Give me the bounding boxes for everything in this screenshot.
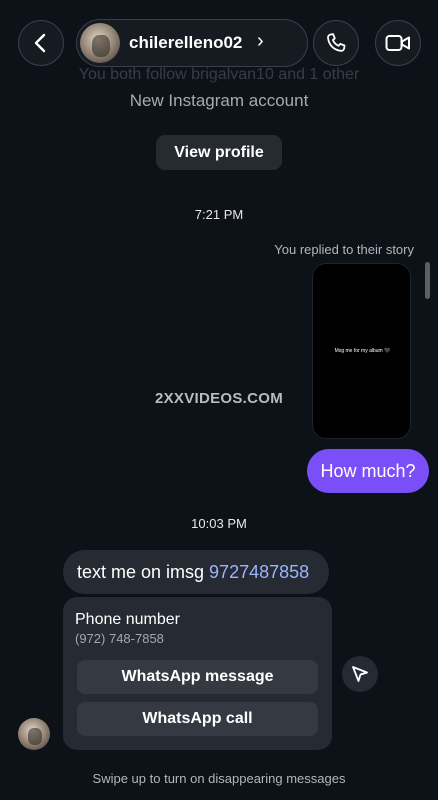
send-icon <box>352 666 368 682</box>
story-reply-label: You replied to their story <box>274 242 414 257</box>
header-username: chilerelleno02 <box>129 33 243 52</box>
audio-call-button[interactable] <box>313 20 359 66</box>
story-thumbnail[interactable]: Msg me for my album 🖤 <box>312 263 411 439</box>
whatsapp-message-button[interactable]: WhatsApp message <box>77 660 318 694</box>
phone-number-card: Phone number (972) 748-7858 WhatsApp mes… <box>63 597 332 750</box>
outgoing-message[interactable]: How much? <box>307 449 429 493</box>
incoming-message-text: text me on imsg <box>77 561 205 582</box>
back-button[interactable] <box>18 20 64 66</box>
scrollbar[interactable] <box>425 262 430 299</box>
sender-avatar[interactable] <box>18 718 50 750</box>
watermark-text: 2XXVIDEOS.COM <box>154 390 284 407</box>
phone-number-link[interactable]: 9727487858 <box>209 562 309 583</box>
profile-header-pill[interactable]: chilerelleno02 › <box>76 19 308 67</box>
story-caption: Msg me for my album 🖤 <box>334 348 391 354</box>
video-camera-icon <box>385 35 410 51</box>
card-phone-number: (972) 748-7858 <box>75 631 164 646</box>
header-avatar <box>80 23 120 63</box>
header-chevron-icon: › <box>257 30 264 52</box>
card-title: Phone number <box>75 611 180 628</box>
view-profile-button[interactable]: View profile <box>156 135 282 170</box>
incoming-message[interactable]: text me on imsg 9727487858 <box>63 550 329 594</box>
share-button[interactable] <box>342 656 378 692</box>
account-note: New Instagram account <box>129 91 309 110</box>
chevron-left-icon <box>34 33 46 53</box>
whatsapp-call-button[interactable]: WhatsApp call <box>77 702 318 736</box>
timestamp: 7:21 PM <box>194 207 244 222</box>
phone-icon <box>327 33 346 52</box>
timestamp: 10:03 PM <box>191 516 247 531</box>
video-call-button[interactable] <box>375 20 421 66</box>
mutual-followers-text: You both follow brigalvan10 and 1 other <box>78 66 360 83</box>
disappearing-messages-hint: Swipe up to turn on disappearing message… <box>92 771 346 786</box>
